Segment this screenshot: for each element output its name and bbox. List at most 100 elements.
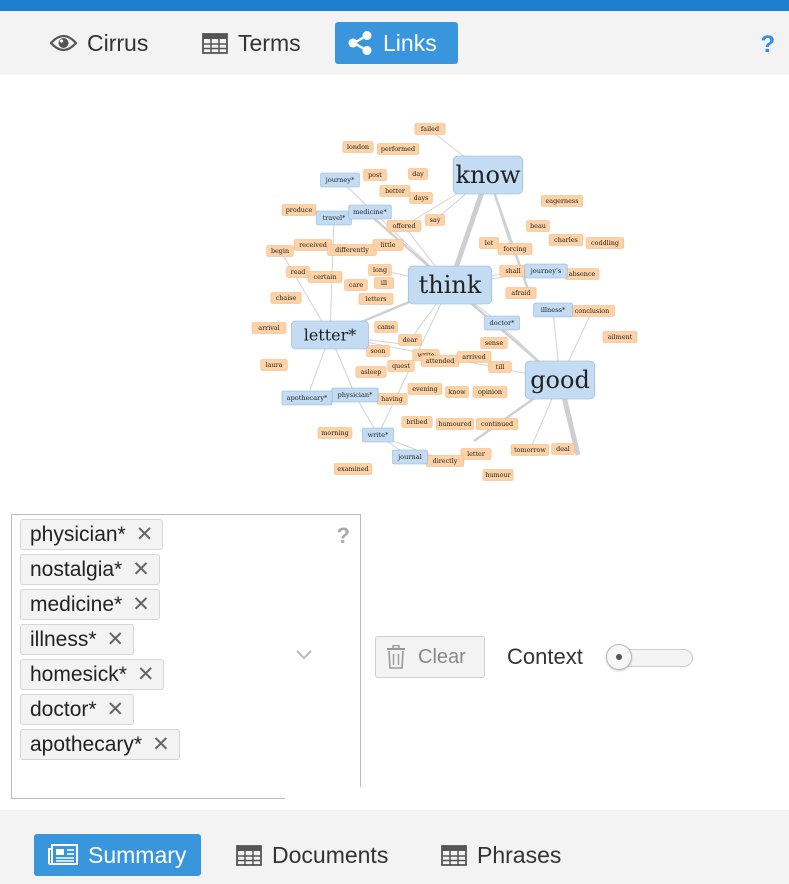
term-node[interactable]: know xyxy=(445,386,469,398)
term-node[interactable]: opinion xyxy=(472,386,508,398)
term-node[interactable]: begin xyxy=(266,245,294,257)
term-node[interactable]: sense xyxy=(480,337,508,349)
term-node[interactable]: day xyxy=(408,168,428,180)
term-node[interactable]: humour xyxy=(482,469,514,481)
key-term-node[interactable]: apothecary* xyxy=(281,390,333,406)
term-node[interactable]: ill xyxy=(374,277,394,289)
remove-tag-icon[interactable]: ✕ xyxy=(107,697,125,722)
term-node[interactable]: charles xyxy=(548,234,584,246)
links-graph[interactable]: failed london performed post day better days pr… xyxy=(0,75,789,505)
key-term-node[interactable]: journal xyxy=(392,449,428,465)
term-node[interactable]: failed xyxy=(414,123,446,135)
term-node[interactable]: eagerness xyxy=(541,195,583,207)
node-label: attended xyxy=(426,357,455,365)
tag-help-icon[interactable]: ? xyxy=(337,523,350,549)
term-node[interactable]: quest xyxy=(387,360,415,372)
tab-links-label: Links xyxy=(383,29,437,56)
key-term-node[interactable]: travel* xyxy=(316,210,352,226)
tab-terms[interactable]: Terms xyxy=(190,22,313,64)
term-node[interactable]: evening xyxy=(407,383,443,395)
remove-tag-icon[interactable]: ✕ xyxy=(107,627,125,652)
term-node[interactable]: bribed xyxy=(401,416,433,428)
term-node[interactable]: laura xyxy=(260,359,288,371)
term-node[interactable]: read xyxy=(286,266,310,278)
term-node[interactable]: differently xyxy=(327,244,377,256)
term-node[interactable]: chaise xyxy=(270,292,302,304)
term-node[interactable]: long xyxy=(368,264,392,276)
term-node[interactable]: arrived xyxy=(456,351,492,363)
term-node[interactable]: letter xyxy=(460,448,492,460)
tab-phrases[interactable]: Phrases xyxy=(427,834,575,876)
term-node[interactable]: offered xyxy=(386,220,422,232)
term-node[interactable]: morning xyxy=(317,427,353,439)
term-node[interactable]: directly xyxy=(425,455,465,467)
term-node[interactable]: coddling xyxy=(585,237,625,249)
term-node[interactable]: deal xyxy=(551,443,575,455)
tab-summary[interactable]: Summary xyxy=(34,834,201,876)
key-term-node[interactable]: medicine* xyxy=(348,204,392,220)
term-node[interactable]: attended xyxy=(420,355,460,367)
term-node[interactable]: ailment xyxy=(602,331,638,343)
key-term-node[interactable]: know xyxy=(452,155,524,195)
term-node[interactable]: humoured xyxy=(435,418,475,430)
node-label: humour xyxy=(485,471,511,479)
term-node[interactable]: little xyxy=(372,239,404,251)
term-node[interactable]: tomorrow xyxy=(510,444,550,456)
key-term-node[interactable]: journey* xyxy=(320,172,360,188)
node-label: tomorrow xyxy=(514,446,546,454)
term-node[interactable]: came xyxy=(374,321,398,333)
term-node[interactable]: examined xyxy=(333,463,373,475)
key-term-node[interactable]: good xyxy=(524,360,596,400)
clear-button[interactable]: Clear xyxy=(375,636,485,678)
term-tag-selector[interactable]: physician* ✕ nostalgia* ✕ medicine* ✕ il… xyxy=(11,514,363,799)
term-node[interactable]: let xyxy=(479,237,499,249)
key-term-node[interactable]: write* xyxy=(362,427,394,443)
term-node[interactable]: say xyxy=(425,214,445,226)
term-node[interactable]: beau xyxy=(526,220,550,232)
term-node[interactable]: absence xyxy=(564,268,600,280)
tab-cirrus[interactable]: Cirrus xyxy=(38,22,160,64)
term-node[interactable]: letters xyxy=(358,293,394,305)
term-tag: homesick* ✕ xyxy=(20,659,165,690)
term-node[interactable]: continued xyxy=(476,418,518,430)
node-label: journey* xyxy=(325,176,355,184)
term-node[interactable]: post xyxy=(363,169,387,181)
key-term-node[interactable]: letter* xyxy=(291,320,369,350)
term-node[interactable]: having xyxy=(376,393,408,405)
remove-tag-icon[interactable]: ✕ xyxy=(132,592,150,617)
term-tag: physician* ✕ xyxy=(20,519,164,550)
key-term-node[interactable]: doctor* xyxy=(484,315,520,331)
term-node[interactable]: days xyxy=(409,192,433,204)
term-node[interactable]: london xyxy=(342,141,374,153)
term-node[interactable]: better xyxy=(379,185,411,197)
term-node[interactable]: soon xyxy=(366,345,390,357)
term-node[interactable]: forcing xyxy=(497,243,533,255)
tab-links[interactable]: Links xyxy=(335,22,458,64)
term-node[interactable]: asleep xyxy=(355,366,387,378)
context-slider-handle[interactable] xyxy=(606,644,632,670)
term-node[interactable]: conclusion xyxy=(569,305,615,317)
chevron-down-icon[interactable] xyxy=(295,648,313,666)
term-node[interactable]: afraid xyxy=(505,287,537,299)
key-term-node[interactable]: journey's xyxy=(524,263,568,279)
help-icon[interactable]: ? xyxy=(760,31,775,59)
node-label: letter xyxy=(467,450,486,458)
term-node[interactable]: shall xyxy=(499,265,527,277)
term-node[interactable]: certain xyxy=(307,271,343,283)
remove-tag-icon[interactable]: ✕ xyxy=(132,557,150,582)
term-node[interactable]: produce xyxy=(281,204,317,216)
term-node[interactable]: dear xyxy=(398,334,422,346)
term-node[interactable]: till xyxy=(488,361,512,373)
key-term-node[interactable]: physician* xyxy=(331,387,379,403)
term-node[interactable]: received xyxy=(293,239,333,251)
remove-tag-icon[interactable]: ✕ xyxy=(152,732,170,757)
key-term-node[interactable]: think xyxy=(407,265,493,305)
term-node[interactable]: arrival xyxy=(251,322,287,334)
remove-tag-icon[interactable]: ✕ xyxy=(137,662,155,687)
term-node[interactable]: performed xyxy=(377,143,419,155)
tab-documents[interactable]: Documents xyxy=(222,834,402,876)
remove-tag-icon[interactable]: ✕ xyxy=(136,522,154,547)
term-node[interactable]: care xyxy=(344,279,368,291)
node-label: apothecary* xyxy=(287,394,328,402)
key-term-node[interactable]: illness* xyxy=(533,302,573,318)
